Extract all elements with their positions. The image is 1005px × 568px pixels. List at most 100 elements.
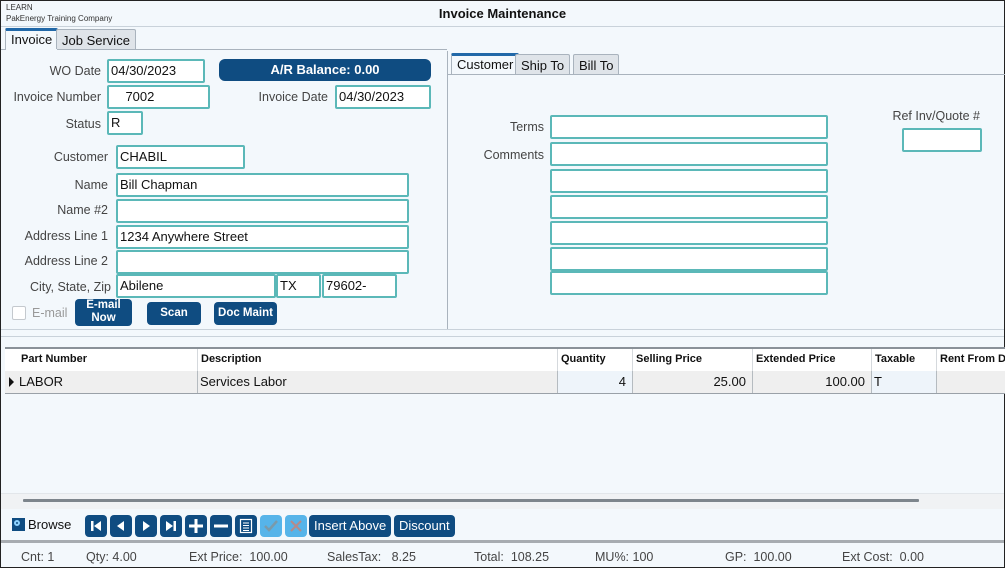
comments-field-5[interactable]	[550, 247, 828, 271]
cell-description[interactable]: Services Labor	[200, 371, 558, 393]
address2-field[interactable]	[116, 250, 409, 274]
insert-above-button[interactable]: Insert Above	[309, 515, 392, 537]
status-gp: GP: 100.00	[725, 550, 792, 564]
next-record-icon	[143, 521, 150, 531]
cell-part-number[interactable]: LABOR	[19, 371, 198, 393]
col-divider	[936, 349, 937, 371]
plus-icon	[189, 519, 203, 533]
main-tabs-baseline	[1, 49, 447, 50]
email-now-line2: Now	[91, 312, 116, 324]
state-field[interactable]: TX	[276, 274, 321, 298]
cell-quantity[interactable]: 4	[558, 371, 633, 393]
table-row[interactable]: LABOR Services Labor 4 25.00 100.00 T	[5, 371, 1005, 394]
tab-invoice[interactable]: Invoice	[5, 28, 59, 50]
col-extended-price[interactable]: Extended Price	[756, 353, 835, 365]
search-icon	[12, 518, 25, 531]
col-taxable[interactable]: Taxable	[875, 353, 915, 365]
comments-field-2[interactable]	[550, 169, 828, 193]
col-description[interactable]: Description	[201, 353, 262, 365]
tab-customer[interactable]: Customer	[451, 53, 520, 75]
first-record-button[interactable]	[85, 515, 107, 537]
col-quantity[interactable]: Quantity	[561, 353, 606, 365]
address1-field[interactable]: 1234 Anywhere Street	[116, 225, 409, 249]
ar-balance-badge: A/R Balance: 0.00	[219, 59, 431, 81]
last-record-icon	[166, 521, 176, 531]
col-part-number[interactable]: Part Number	[21, 353, 87, 365]
last-record-button[interactable]	[160, 515, 182, 537]
confirm-button[interactable]	[260, 515, 282, 537]
invoice-date-field[interactable]: 04/30/2023	[335, 85, 431, 109]
col-divider	[871, 349, 872, 371]
comments-field-4[interactable]	[550, 221, 828, 245]
status-count: Cnt: 1	[21, 550, 55, 564]
city-field[interactable]: Abilene	[116, 274, 276, 298]
current-row-indicator-icon	[9, 377, 14, 387]
email-now-line1: E-mail	[86, 299, 121, 311]
status-field[interactable]: R	[107, 111, 143, 135]
browse-button[interactable]: Browse	[12, 517, 71, 532]
name2-field[interactable]	[116, 199, 409, 223]
tab-bill-to[interactable]: Bill To	[573, 54, 620, 75]
status-ext-cost: Ext Cost: 0.00	[842, 550, 924, 564]
name2-label: Name #2	[57, 203, 108, 217]
invoice-number-label: Invoice Number	[13, 90, 101, 104]
tab-ship-to[interactable]: Ship To	[515, 54, 571, 75]
terms-field[interactable]	[550, 115, 828, 139]
header-divider	[1, 26, 1004, 27]
city-state-zip-label: City, State, Zip	[29, 280, 111, 294]
previous-record-button[interactable]	[110, 515, 132, 537]
customer-field[interactable]: CHABIL	[116, 145, 245, 169]
next-record-button[interactable]	[135, 515, 157, 537]
status-total: Total: 108.25	[474, 550, 550, 564]
notes-icon	[239, 518, 253, 534]
email-now-button[interactable]: E-mail Now	[75, 299, 132, 326]
checkmark-icon	[264, 520, 278, 532]
cell-taxable[interactable]: T	[872, 371, 937, 393]
splitter-line-2[interactable]	[1, 336, 1004, 337]
doc-maint-button[interactable]: Doc Maint	[214, 302, 277, 325]
address2-label: Address Line 2	[24, 254, 108, 268]
invoice-number-field[interactable]: 7002	[107, 85, 210, 109]
col-divider	[197, 349, 198, 371]
status-mu-percent: MU%: 100	[595, 550, 654, 564]
tab-job-service[interactable]: Job Service	[56, 29, 136, 49]
comments-field-6[interactable]	[550, 271, 828, 295]
wo-date-field[interactable]: 04/30/2023	[107, 59, 205, 83]
wo-date-label: WO Date	[49, 64, 101, 78]
cell-selling-price[interactable]: 25.00	[633, 371, 753, 393]
toolbar-divider	[1, 540, 1004, 543]
ref-inv-quote-field[interactable]	[902, 128, 982, 152]
status-ext-price: Ext Price: 100.00	[189, 550, 288, 564]
terms-label: Terms	[509, 120, 544, 134]
scan-button[interactable]: Scan	[147, 302, 201, 325]
previous-record-icon	[117, 521, 124, 531]
email-checkbox-label: E-mail	[32, 306, 68, 320]
notes-button[interactable]	[235, 515, 257, 537]
address1-label: Address Line 1	[24, 229, 108, 243]
status-label: Status	[65, 117, 101, 131]
splitter-line-1	[1, 329, 1004, 330]
add-record-button[interactable]	[185, 515, 207, 537]
email-checkbox[interactable]	[12, 306, 26, 320]
comments-field-3[interactable]	[550, 195, 828, 219]
col-rent-from[interactable]: Rent From D	[940, 353, 1005, 365]
invoice-maintenance-window: LEARN PakEnergy Training Company Invoice…	[0, 0, 1005, 568]
comments-label: Comments	[483, 148, 544, 162]
cancel-button[interactable]	[285, 515, 307, 537]
col-divider	[752, 349, 753, 371]
comments-field-1[interactable]	[550, 142, 828, 166]
cell-extended-price[interactable]: 100.00	[753, 371, 872, 393]
horizontal-scrollbar-thumb[interactable]	[23, 499, 919, 502]
first-record-icon	[91, 521, 101, 531]
name-field[interactable]: Bill Chapman	[116, 173, 409, 197]
page-title: Invoice Maintenance	[438, 6, 567, 21]
status-quantity: Qty: 4.00	[86, 550, 137, 564]
delete-record-button[interactable]	[210, 515, 232, 537]
discount-button[interactable]: Discount	[394, 515, 455, 537]
grid-header: Part Number Description Quantity Selling…	[5, 347, 1005, 371]
zip-field[interactable]: 79602-	[322, 274, 397, 298]
minus-icon	[214, 524, 228, 528]
browse-label: Browse	[28, 517, 72, 532]
col-selling-price[interactable]: Selling Price	[636, 353, 702, 365]
cell-rent-from[interactable]	[937, 371, 1005, 393]
